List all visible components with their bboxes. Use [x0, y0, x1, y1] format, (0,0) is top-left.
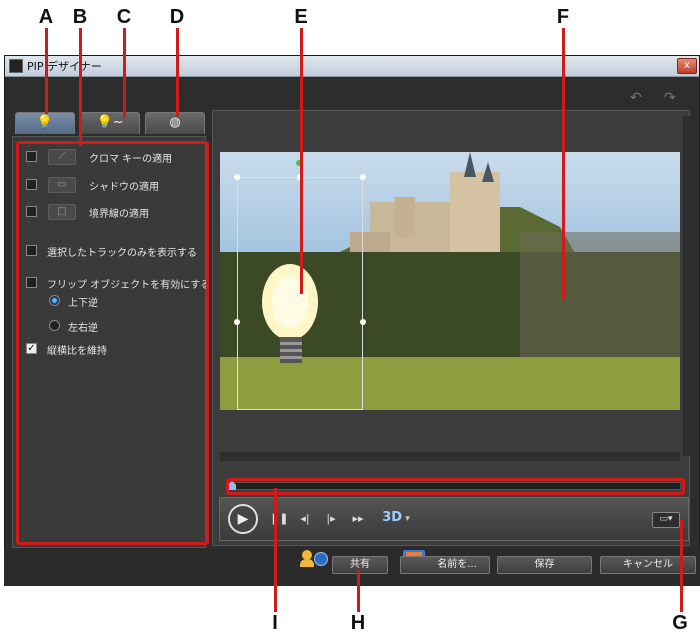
horizontal-scrollbar[interactable] — [220, 452, 680, 461]
vertical-scrollbar[interactable] — [683, 116, 692, 456]
tab-motion[interactable]: 💡~ — [80, 112, 140, 134]
callout-line-d — [176, 28, 179, 116]
tab-mask[interactable]: ◍ — [145, 112, 205, 134]
callout-c: C — [116, 6, 132, 28]
3d-button[interactable]: 3D ▾ — [381, 510, 411, 525]
callout-a: A — [38, 6, 54, 28]
callout-line-i — [274, 488, 277, 612]
lightbulb-icon: 💡 — [36, 115, 54, 130]
fast-forward-button[interactable]: ▸▸ — [350, 512, 366, 525]
globe-icon: ◍ — [169, 115, 181, 130]
playback-controls — [219, 497, 689, 541]
preview-canvas[interactable] — [220, 152, 680, 410]
callout-box-b — [16, 141, 209, 545]
play-icon: ▶ — [237, 511, 249, 527]
share-button[interactable]: 共有 — [332, 556, 388, 574]
tab-properties[interactable]: 💡 — [15, 112, 75, 134]
undo-icon[interactable]: ↶ — [630, 90, 650, 106]
resize-handle-tr[interactable] — [360, 174, 366, 180]
next-frame-icon: |▸ — [326, 512, 336, 525]
chevron-down-icon: ▾ — [402, 514, 410, 524]
lightbulb-motion-icon: 💡~ — [96, 115, 124, 130]
app-icon — [9, 59, 23, 73]
callout-g: G — [672, 612, 688, 634]
redo-icon[interactable]: ↷ — [664, 90, 684, 106]
resize-handle-ml[interactable] — [234, 319, 240, 325]
title-bar: PIP デザイナー x — [5, 56, 699, 77]
prev-frame-button[interactable]: ◂| — [298, 512, 312, 525]
close-button[interactable]: x — [677, 58, 697, 74]
3d-label: 3D — [382, 510, 403, 525]
display-mode-button[interactable]: ▭▾ — [652, 512, 680, 528]
play-button[interactable]: ▶ — [228, 504, 258, 534]
save-button[interactable]: 保存 — [497, 556, 592, 574]
callout-line-f — [562, 28, 565, 300]
callout-line-b — [79, 28, 82, 146]
fast-forward-icon: ▸▸ — [352, 512, 364, 525]
callout-e: E — [294, 6, 308, 28]
callout-line-e — [300, 28, 303, 294]
callout-line-h — [357, 570, 360, 612]
callout-i: I — [272, 612, 278, 634]
share-users-icon — [300, 546, 330, 568]
next-frame-button[interactable]: |▸ — [324, 512, 338, 525]
callout-f: F — [556, 6, 570, 28]
stop-icon: ❚❚ — [270, 512, 289, 525]
stop-button[interactable]: ❚❚ — [270, 512, 288, 525]
prev-frame-icon: ◂| — [300, 512, 310, 525]
window-title: PIP デザイナー — [27, 60, 102, 73]
callout-b: B — [72, 6, 88, 28]
callout-d: D — [169, 6, 185, 28]
callout-line-a — [45, 28, 48, 114]
save-as-button[interactable]: 名前を... — [400, 556, 490, 574]
callout-h: H — [350, 612, 366, 634]
callout-box-i — [226, 478, 685, 495]
resize-handle-tl[interactable] — [234, 174, 240, 180]
monitor-icon: ▭▾ — [659, 514, 673, 524]
resize-handle-mr[interactable] — [360, 319, 366, 325]
callout-line-c — [123, 28, 126, 118]
callout-line-g — [680, 520, 683, 612]
